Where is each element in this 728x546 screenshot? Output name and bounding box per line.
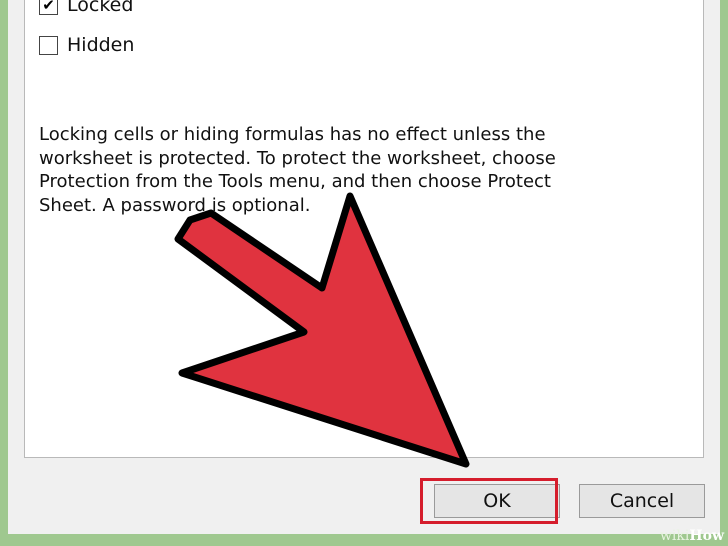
hidden-checkbox[interactable]: [39, 35, 58, 55]
ok-highlight-box: [420, 478, 558, 524]
cancel-button[interactable]: Cancel: [579, 484, 705, 518]
checkmark-icon: ✔: [42, 0, 55, 14]
protection-panel: ✔ Locked Hidden Locking cells or hiding …: [24, 0, 704, 458]
watermark-wiki: wiki: [659, 528, 690, 544]
locked-option[interactable]: ✔ Locked: [39, 0, 133, 16]
hidden-label: Hidden: [67, 34, 135, 56]
watermark-how: How: [689, 528, 724, 544]
locked-checkbox[interactable]: ✔: [39, 0, 58, 15]
wikihow-watermark: wikiHow: [660, 528, 724, 544]
hidden-option[interactable]: Hidden: [39, 34, 134, 56]
format-cells-dialog: ✔ Locked Hidden Locking cells or hiding …: [8, 0, 720, 534]
protection-info-text: Locking cells or hiding formulas has no …: [39, 124, 556, 216]
locked-label: Locked: [67, 0, 134, 16]
